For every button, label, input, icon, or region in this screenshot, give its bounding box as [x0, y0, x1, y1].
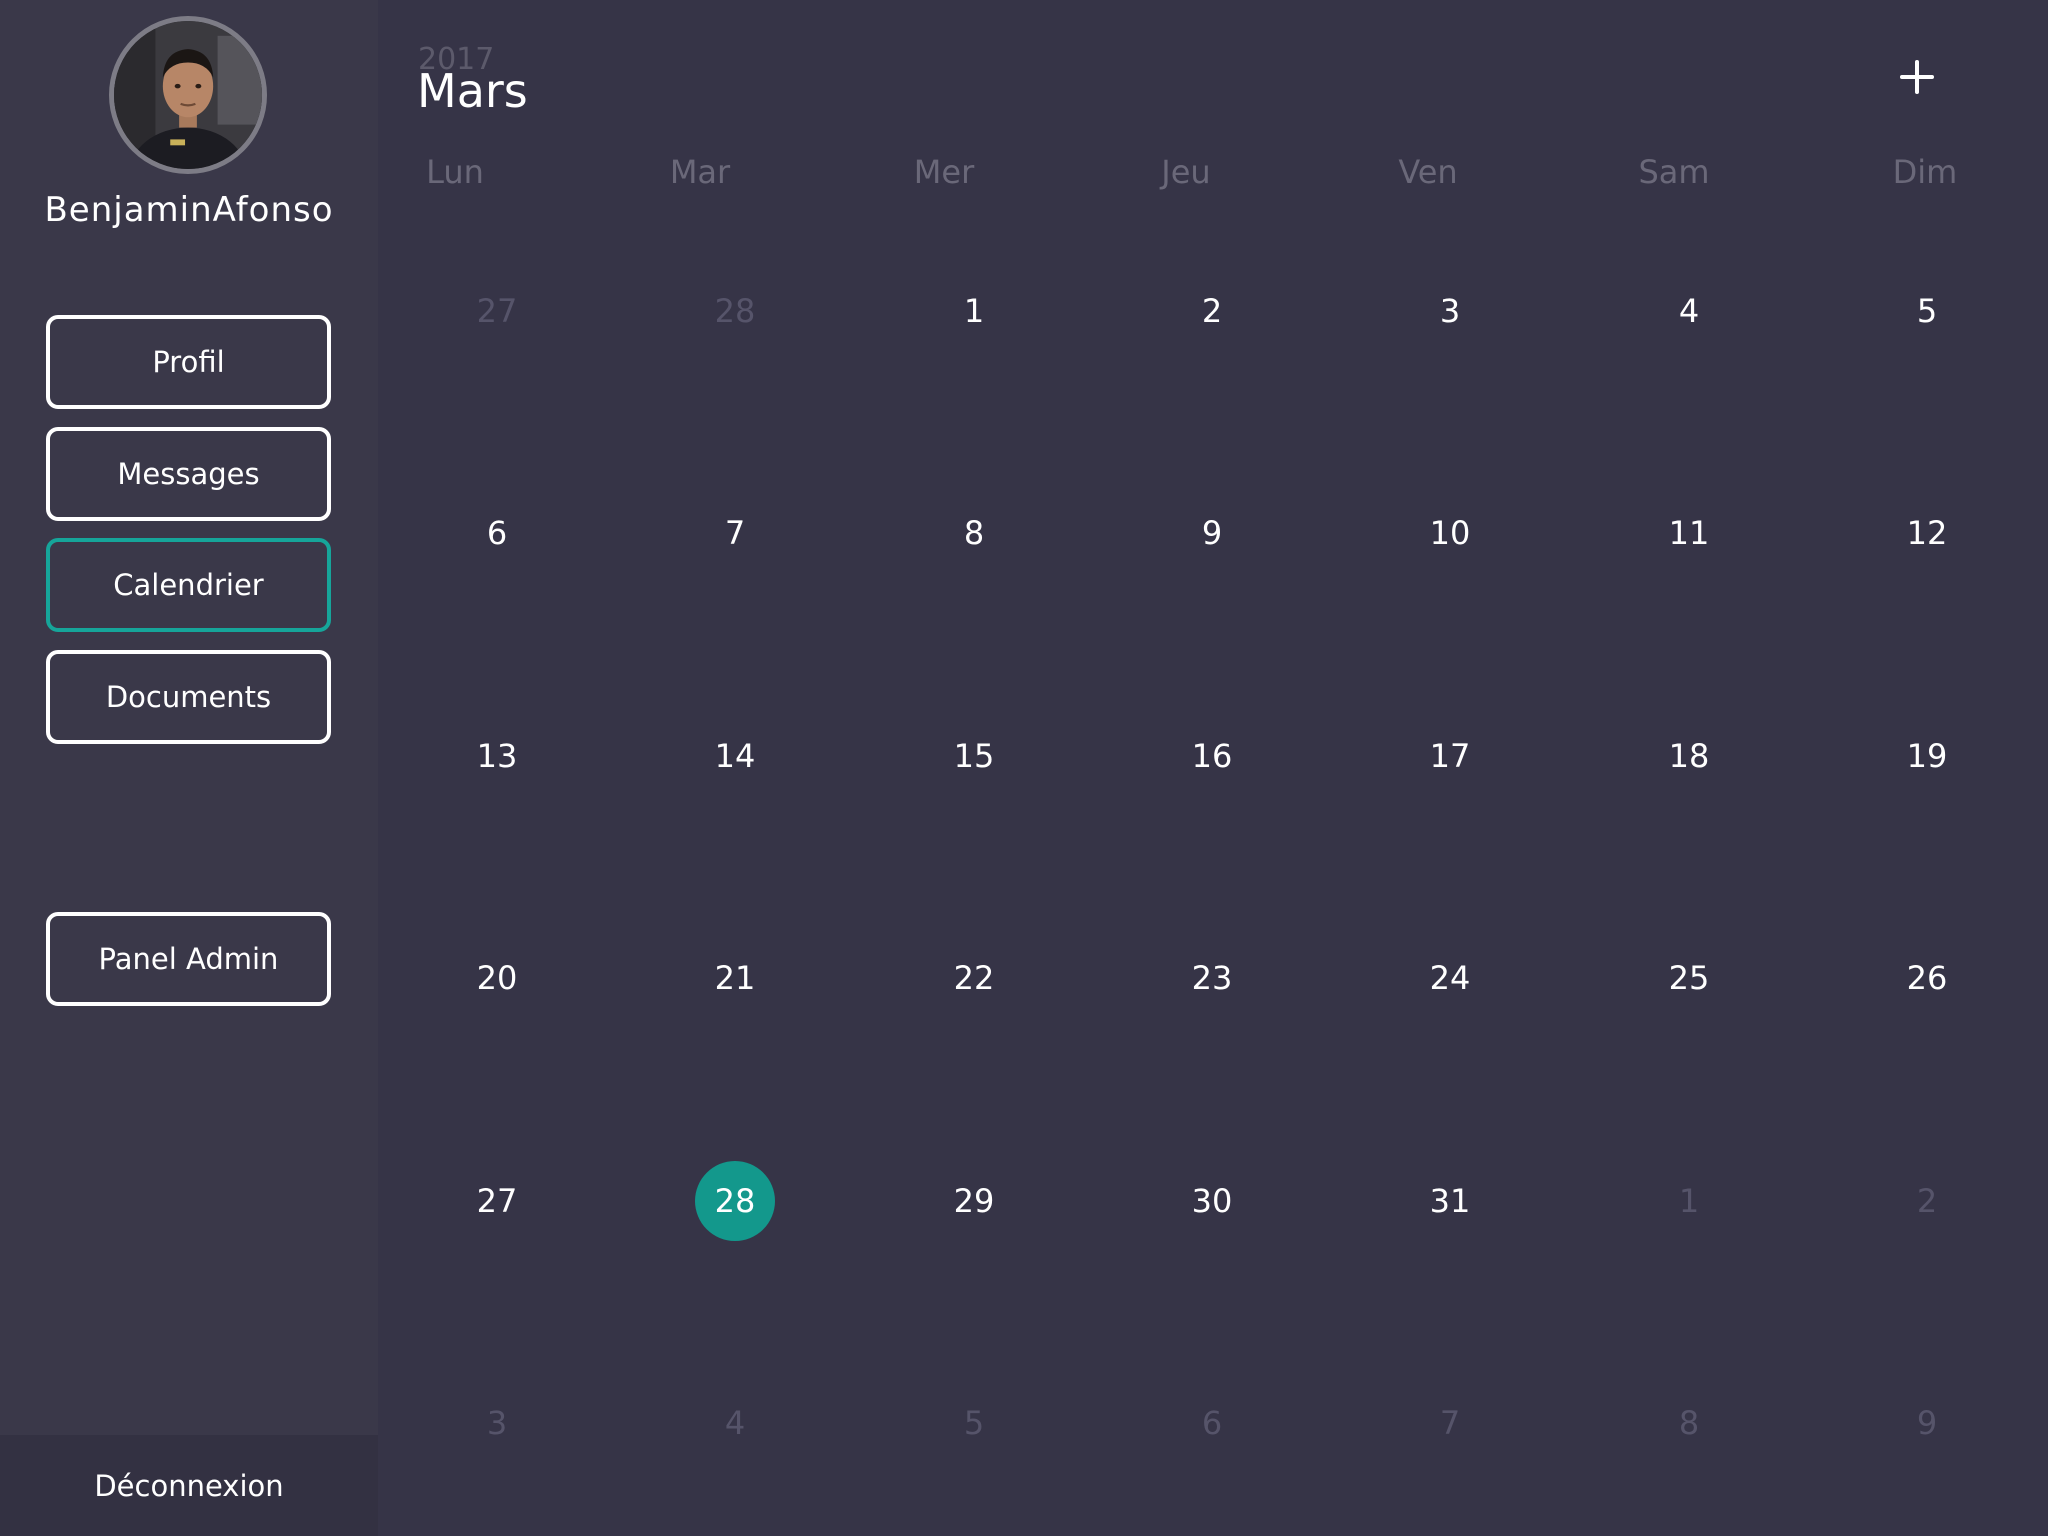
calendar-day[interactable]: 10	[1410, 493, 1490, 573]
weekday-label: Ven	[1398, 153, 1458, 191]
calendar-day[interactable]: 24	[1410, 938, 1490, 1018]
calendar-day[interactable]: 5	[1887, 271, 1967, 351]
calendar-day[interactable]: 29	[934, 1161, 1014, 1241]
calendar-day[interactable]: 6	[457, 493, 537, 573]
weekday-label: Jeu	[1161, 153, 1211, 191]
nav-button-calendrier[interactable]: Calendrier	[46, 538, 331, 632]
username: BenjaminAfonso	[44, 190, 334, 230]
weekday-label: Sam	[1638, 153, 1710, 191]
calendar-day[interactable]: 31	[1410, 1161, 1490, 1241]
calendar-day[interactable]: 7	[695, 493, 775, 573]
calendar-day[interactable]: 2	[1887, 1161, 1967, 1241]
plus-icon	[1900, 60, 1934, 94]
calendar-day-today[interactable]: 28	[695, 1161, 775, 1241]
calendar-day[interactable]: 22	[934, 938, 1014, 1018]
calendar-day[interactable]: 26	[1887, 938, 1967, 1018]
calendar-day[interactable]: 5	[934, 1383, 1014, 1463]
calendar-day[interactable]: 27	[457, 1161, 537, 1241]
admin-panel-button[interactable]: Panel Admin	[46, 912, 331, 1006]
weekday-label: Mar	[669, 153, 731, 191]
calendar-day[interactable]: 6	[1172, 1383, 1252, 1463]
calendar-day[interactable]: 28	[695, 271, 775, 351]
calendar-day[interactable]: 4	[695, 1383, 775, 1463]
avatar[interactable]	[109, 16, 267, 174]
app: BenjaminAfonso Profil Messages Calendrie…	[0, 0, 2048, 1536]
calendar-day[interactable]: 18	[1649, 716, 1729, 796]
calendar-day[interactable]: 8	[1649, 1383, 1729, 1463]
nav-button-messages[interactable]: Messages	[46, 427, 331, 521]
nav-button-profil[interactable]: Profil	[46, 315, 331, 409]
calendar-day[interactable]: 17	[1410, 716, 1490, 796]
calendar-day[interactable]: 30	[1172, 1161, 1252, 1241]
calendar-day[interactable]: 9	[1172, 493, 1252, 573]
calendar-day[interactable]: 21	[695, 938, 775, 1018]
calendar-day[interactable]: 3	[457, 1383, 537, 1463]
calendar-day[interactable]: 9	[1887, 1383, 1967, 1463]
calendar-day[interactable]: 7	[1410, 1383, 1490, 1463]
calendar-day[interactable]: 23	[1172, 938, 1252, 1018]
nav-button-documents[interactable]: Documents	[46, 650, 331, 744]
weekday-label: Mer	[913, 153, 975, 191]
weekday-label: Lun	[426, 153, 484, 191]
calendar-day[interactable]: 27	[457, 271, 537, 351]
calendar-day[interactable]: 3	[1410, 271, 1490, 351]
calendar-day[interactable]: 25	[1649, 938, 1729, 1018]
sidebar: BenjaminAfonso Profil Messages Calendrie…	[0, 0, 378, 1536]
calendar-day[interactable]: 1	[1649, 1161, 1729, 1241]
calendar-day[interactable]: 14	[695, 716, 775, 796]
calendar-day[interactable]: 8	[934, 493, 1014, 573]
calendar-day[interactable]: 20	[457, 938, 537, 1018]
calendar-day[interactable]: 11	[1649, 493, 1729, 573]
calendar-day[interactable]: 2	[1172, 271, 1252, 351]
calendar-day[interactable]: 4	[1649, 271, 1729, 351]
calendar-day[interactable]: 12	[1887, 493, 1967, 573]
calendar-day[interactable]: 19	[1887, 716, 1967, 796]
calendar-day[interactable]: 13	[457, 716, 537, 796]
calendar-day[interactable]: 1	[934, 271, 1014, 351]
avatar-photo	[114, 21, 262, 169]
add-event-button[interactable]	[1890, 50, 1944, 104]
logout-button[interactable]: Déconnexion	[0, 1435, 378, 1536]
calendar-day[interactable]: 15	[934, 716, 1014, 796]
weekday-label: Dim	[1892, 153, 1958, 191]
calendar-month: Mars	[417, 64, 528, 118]
calendar-day[interactable]: 16	[1172, 716, 1252, 796]
